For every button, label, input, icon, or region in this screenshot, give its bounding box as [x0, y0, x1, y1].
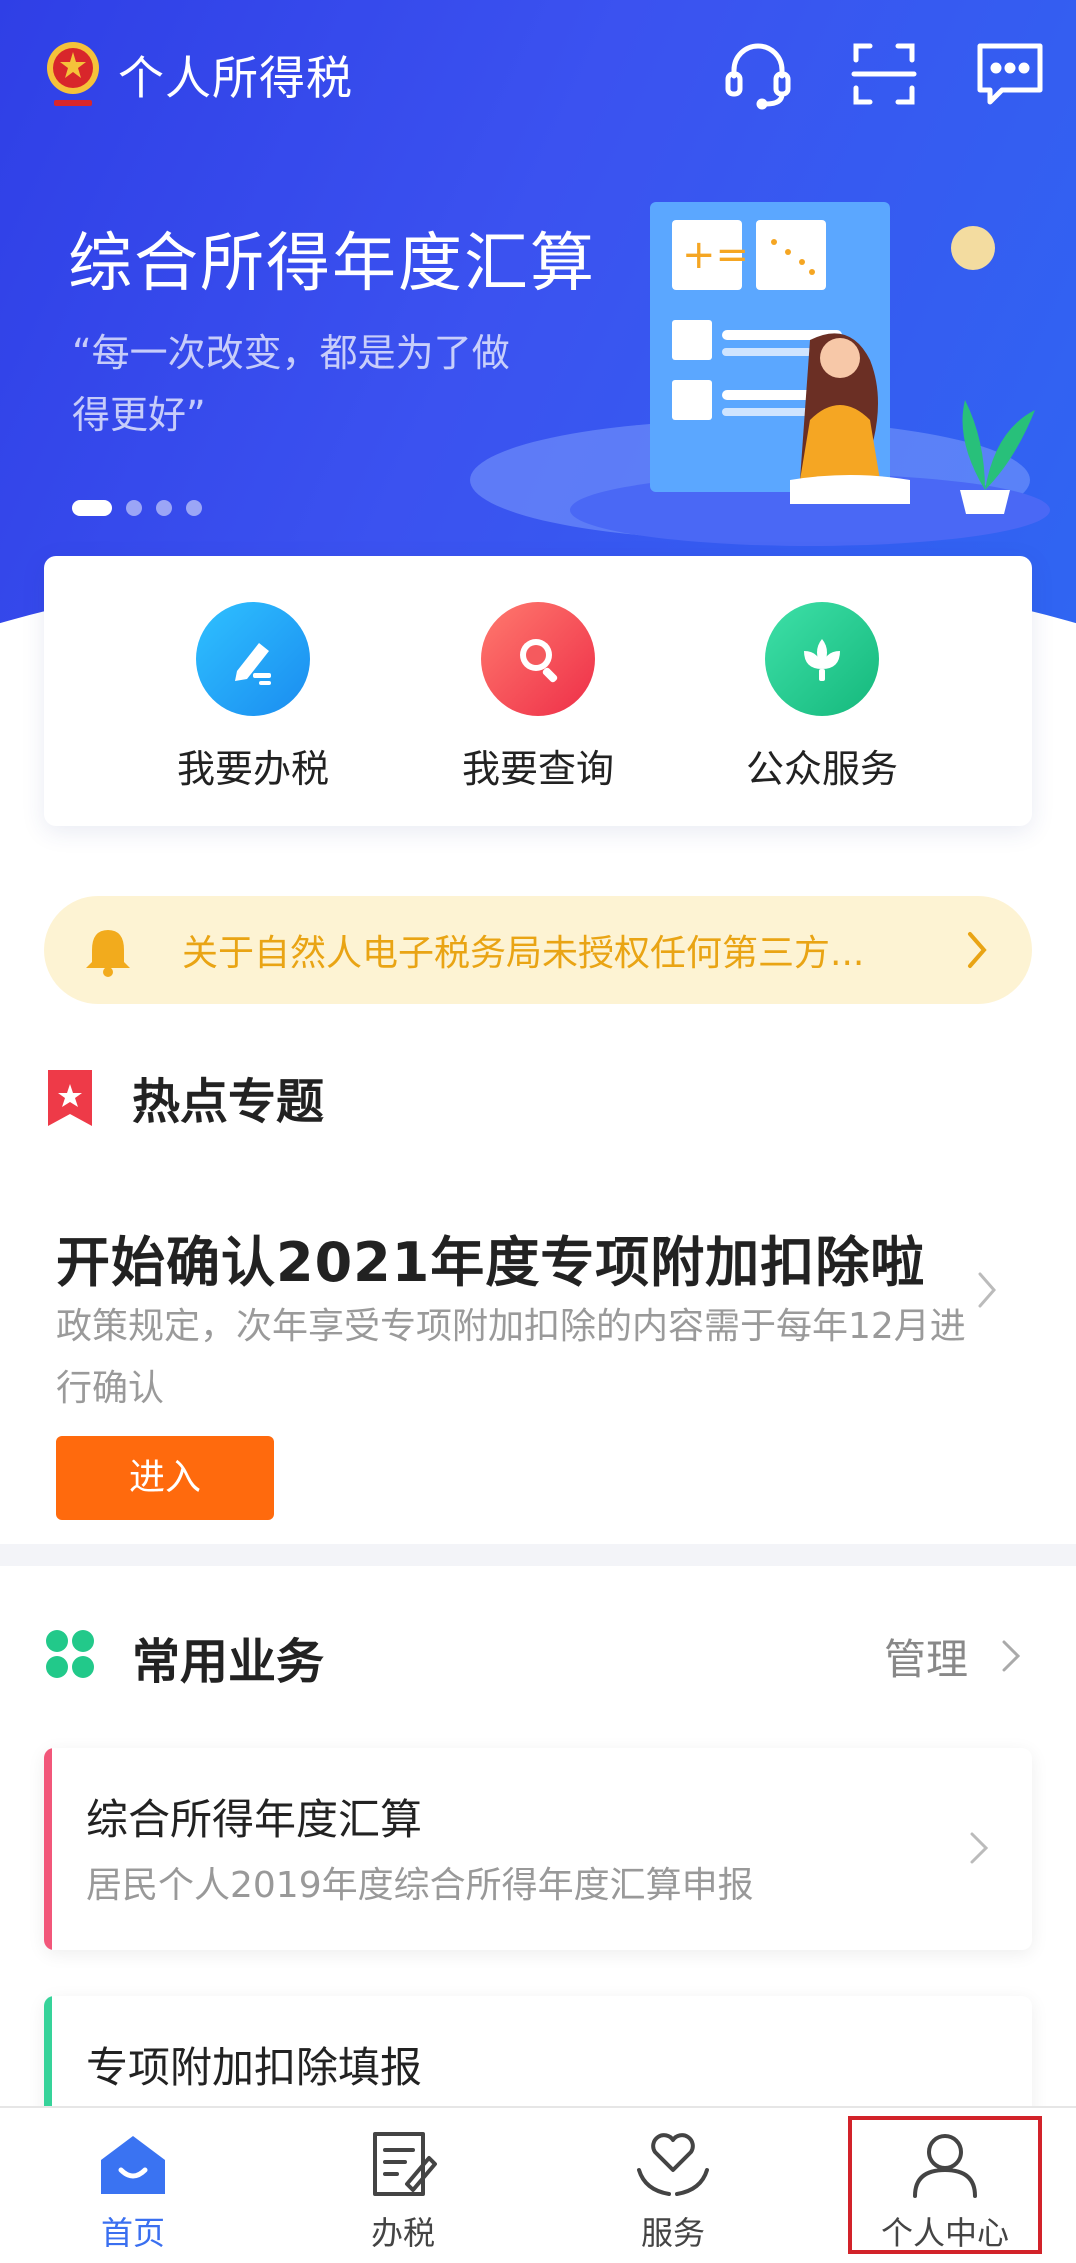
business-item-title: 专项附加扣除填报 [86, 2043, 423, 2092]
carousel-indicator[interactable] [72, 500, 202, 516]
banner-subtitle: “每一次改变，都是为了做得更好” [72, 331, 510, 437]
quick-action-label: 公众服务 [745, 747, 898, 791]
magnifier-icon [481, 602, 595, 716]
notice-bar[interactable]: 关于自然人电子税务局未授权任何第三方... [44, 896, 1032, 1004]
chevron-right-icon [968, 932, 987, 968]
top-bar: 个人所得税 [0, 0, 1076, 150]
chevron-right-icon [970, 1832, 989, 1864]
hot-topics-title: 热点专题 [132, 1074, 325, 1130]
grid-apps-icon [46, 1630, 94, 1678]
chevron-right-icon [1002, 1640, 1021, 1672]
business-item-subtitle: 居民个人2019年度综合所得年度汇算申报 [86, 1865, 754, 1906]
nav-label: 首页 [100, 2214, 165, 2252]
hot-topic-title: 开始确认2021年度专项附加扣除啦 [56, 1231, 926, 1294]
carousel-dot[interactable] [126, 500, 142, 516]
app-title: 个人所得税 [118, 51, 353, 105]
business-item-title: 综合所得年度汇算 [86, 1795, 423, 1844]
lotus-icon [765, 602, 879, 716]
banner-title: 综合所得年度汇算 [68, 227, 596, 301]
pen-icon [196, 602, 310, 716]
quick-action-label: 我要查询 [461, 747, 614, 791]
item-accent-stripe [44, 1748, 52, 1950]
heart-hands-icon [637, 2133, 709, 2196]
quick-action-public-service[interactable]: 公众服务 [712, 602, 932, 793]
enter-button[interactable]: 进入 [56, 1436, 274, 1520]
hot-topic-description: 政策规定，次年享受专项附加扣除的内容需于每年12月进行确认 [56, 1306, 966, 1409]
home-icon [101, 2136, 165, 2194]
banner-illustration: += [570, 202, 1050, 546]
common-business-title: 常用业务 [132, 1634, 325, 1690]
customer-service-icon[interactable] [720, 36, 796, 112]
tax-doc-icon [373, 2132, 437, 2196]
bell-icon [86, 930, 130, 977]
quick-action-query[interactable]: 我要查询 [428, 602, 648, 793]
scan-icon[interactable] [846, 36, 922, 112]
carousel-dot[interactable] [156, 500, 172, 516]
section-divider [0, 1544, 1076, 1566]
nav-tab-home[interactable]: 首页 [33, 2130, 233, 2254]
nav-tab-tax[interactable]: 办税 [303, 2130, 503, 2254]
business-item-annual-settlement[interactable]: 综合所得年度汇算 居民个人2019年度综合所得年度汇算申报 [44, 1748, 1032, 1950]
nav-tab-service[interactable]: 服务 [573, 2130, 773, 2254]
bookmark-star-icon [48, 1070, 92, 1126]
svg-text:+=: += [682, 232, 749, 278]
highlight-annotation-box [848, 2116, 1042, 2254]
message-icon[interactable] [972, 36, 1048, 112]
nav-label: 服务 [640, 2214, 705, 2252]
quick-actions-card: 我要办税 我要查询 公众服务 [44, 556, 1032, 826]
quick-action-file-tax[interactable]: 我要办税 [143, 602, 363, 793]
national-emblem-icon [47, 42, 99, 106]
nav-label: 办税 [370, 2214, 435, 2252]
quick-action-label: 我要办税 [176, 747, 329, 791]
carousel-dot[interactable] [186, 500, 202, 516]
chevron-right-icon [978, 1272, 996, 1308]
manage-link[interactable]: 管理 [884, 1626, 968, 1687]
notice-text: 关于自然人电子税务局未授权任何第三方... [182, 933, 865, 974]
carousel-dot[interactable] [72, 500, 112, 516]
